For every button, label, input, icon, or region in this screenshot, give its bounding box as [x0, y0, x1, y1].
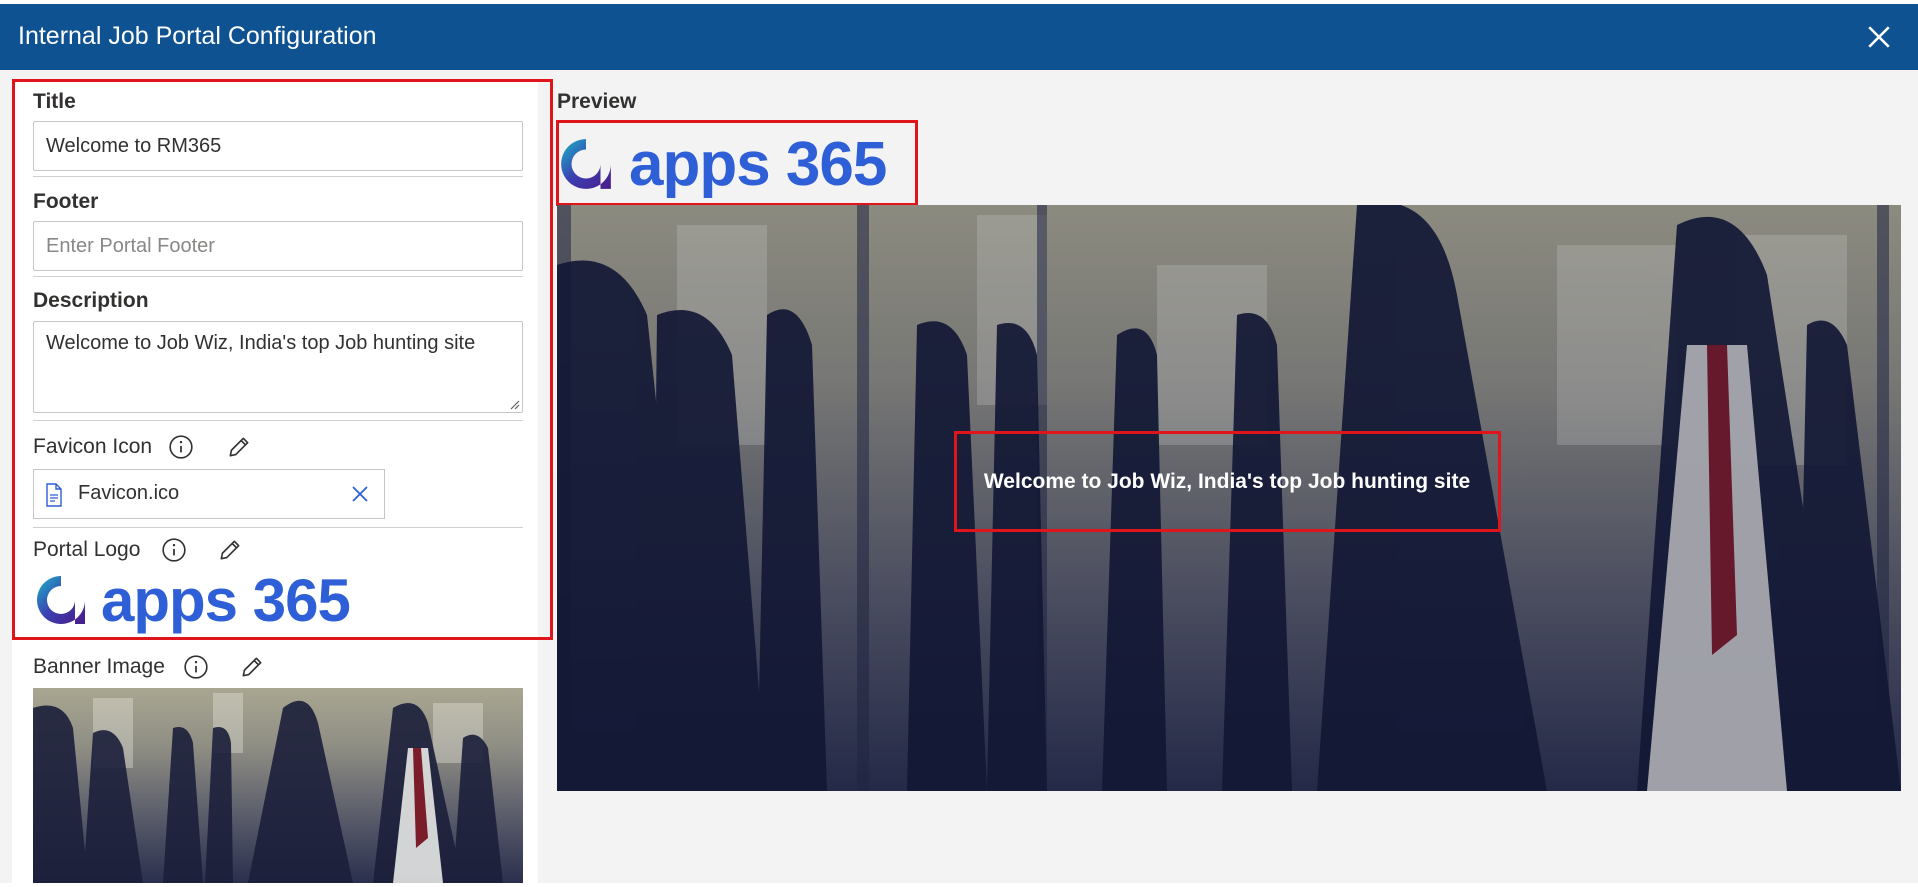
banner-image-label: Banner Image — [33, 655, 165, 678]
close-icon[interactable] — [1866, 24, 1892, 50]
title-label: Title — [33, 90, 76, 113]
favicon-label: Favicon Icon — [33, 435, 153, 458]
divider — [33, 527, 523, 528]
title-input[interactable]: Welcome to RM365 — [33, 121, 523, 171]
apps365-logo-mark-icon — [561, 139, 611, 189]
info-icon[interactable] — [183, 654, 209, 680]
logo-wordmark: apps 365 — [101, 566, 351, 634]
info-icon[interactable] — [168, 434, 194, 460]
file-icon — [46, 483, 62, 507]
dialog-title: Internal Job Portal Configuration — [18, 22, 377, 50]
description-label: Description — [33, 289, 149, 312]
edit-pencil-icon[interactable] — [226, 434, 252, 460]
preview-logo-image: apps 365 — [557, 124, 887, 204]
divider — [33, 276, 523, 277]
config-dialog: Internal Job Portal Configuration Title … — [0, 4, 1918, 887]
portal-logo-label: Portal Logo — [33, 538, 141, 561]
banner-thumbnail-image — [33, 688, 523, 883]
favicon-file-chip: Favicon.ico — [33, 469, 385, 519]
portal-logo-image: apps 365 — [33, 567, 351, 634]
footer-label: Footer — [33, 190, 99, 213]
dialog-titlebar: Internal Job Portal Configuration — [0, 4, 1918, 70]
divider — [33, 420, 523, 421]
preview-logo-wordmark: apps 365 — [629, 129, 887, 199]
edit-pencil-icon[interactable] — [217, 537, 243, 563]
divider — [33, 176, 523, 177]
footer-input[interactable]: Enter Portal Footer — [33, 221, 523, 271]
edit-pencil-icon[interactable] — [239, 654, 265, 680]
favicon-file-name: Favicon.ico — [78, 482, 180, 504]
apps365-logo-mark-icon — [37, 576, 85, 624]
preview-banner-text: Welcome to Job Wiz, India's top Job hunt… — [983, 469, 1471, 493]
description-textarea[interactable]: Welcome to Job Wiz, India's top Job hunt… — [33, 321, 523, 413]
preview-label: Preview — [557, 90, 637, 113]
business-people-silhouettes-image — [33, 693, 503, 883]
resize-grip-icon[interactable] — [508, 398, 520, 410]
info-icon[interactable] — [161, 537, 187, 563]
remove-file-icon[interactable] — [350, 484, 370, 504]
